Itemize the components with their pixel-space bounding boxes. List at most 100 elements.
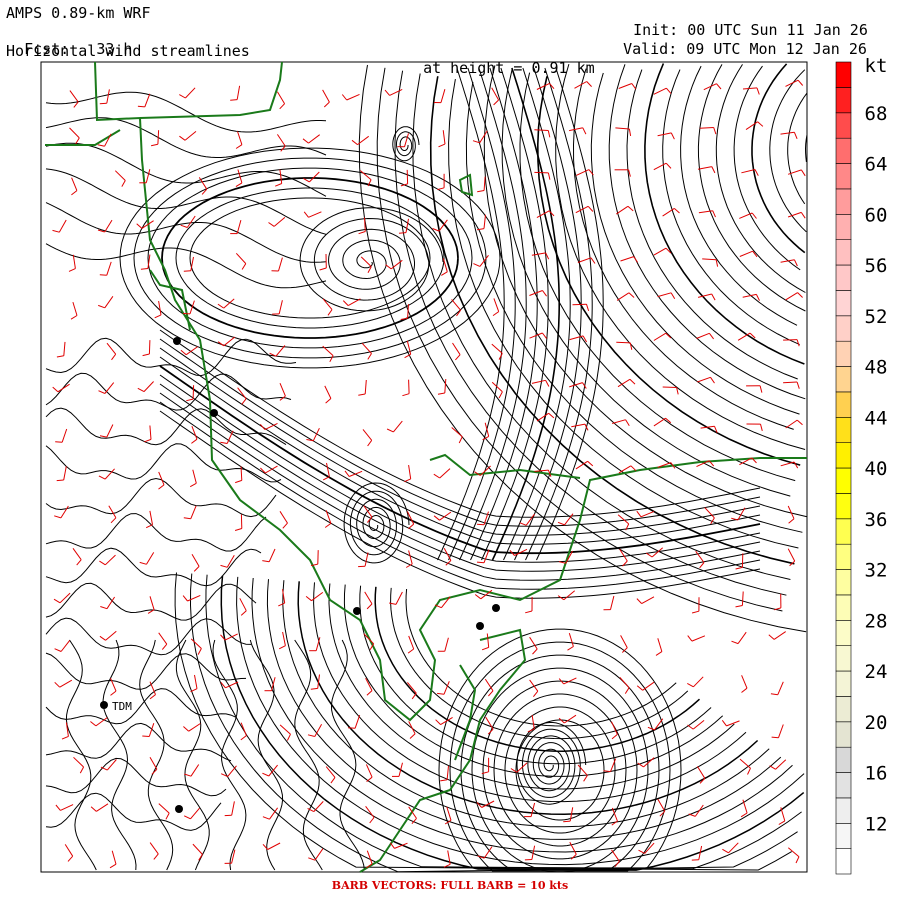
wind-barb (198, 177, 208, 190)
wind-barb (111, 850, 117, 865)
wind-barb-flag (797, 79, 804, 86)
wind-barb-flag (90, 721, 97, 727)
wind-barb (486, 633, 490, 648)
wind-barb (146, 552, 155, 565)
streamline (45, 582, 257, 621)
wind-barb (775, 759, 787, 770)
wind-barb (787, 548, 796, 562)
colorbar-segment (835, 518, 852, 545)
wind-barb-flag (186, 398, 194, 402)
wind-barb (236, 85, 241, 100)
wind-barb-flag (755, 294, 760, 301)
wind-barb (568, 127, 583, 132)
wind-barb (237, 131, 243, 145)
wind-barb-flag (398, 232, 407, 234)
wind-barb-flag (614, 860, 620, 868)
wind-barb-flag (97, 144, 105, 147)
colorbar-segment (835, 366, 852, 393)
wind-barb (653, 162, 667, 171)
colorbar-segment (835, 619, 852, 646)
wind-barb-flag (220, 441, 228, 444)
wind-barb (610, 595, 615, 610)
wind-barb-flag (98, 304, 105, 309)
wind-barb-flag (389, 842, 395, 849)
wind-barb (190, 807, 200, 820)
colorbar-segment (835, 645, 852, 672)
wind-barb (188, 723, 201, 732)
streamline (266, 579, 782, 840)
wind-barb (534, 171, 549, 174)
product-title: Horizontal wind streamlines (6, 42, 250, 60)
wind-barb-flag (670, 132, 675, 140)
streamline (45, 202, 327, 263)
wind-barb-flag (70, 315, 78, 320)
wind-barb (72, 301, 78, 316)
streamline (45, 91, 327, 133)
wind-barb (531, 379, 546, 384)
wind-barb (104, 219, 113, 233)
wind-barb-flag (587, 460, 594, 467)
colorbar-segment (835, 239, 852, 266)
streamline (189, 197, 431, 319)
wind-barb-flag (150, 143, 159, 147)
wind-barb (271, 677, 276, 691)
wind-barb (616, 292, 630, 301)
colorbar-tick-label: 32 (865, 560, 888, 582)
wind-barb-flag (241, 263, 247, 270)
height-info: at height = 0.91 km (405, 43, 595, 77)
wind-barb-flag (437, 187, 445, 191)
wind-barb-flag (547, 130, 551, 138)
wind-barb (697, 166, 712, 170)
wind-barb-flag (137, 387, 145, 393)
wind-barb (360, 170, 372, 181)
wind-barb-flag (409, 733, 416, 739)
valid-value: 09 UTC Mon 12 Jan 26 (686, 40, 867, 58)
colorbar-tick-label: 20 (865, 712, 888, 734)
wind-barb (275, 345, 286, 357)
wind-barb (778, 724, 784, 738)
wind-barb (60, 640, 71, 652)
wind-barb (106, 89, 110, 104)
wind-barb (279, 169, 283, 184)
wind-barb (364, 591, 373, 605)
wind-barb-flag (142, 353, 150, 357)
wind-barb-flag (75, 137, 80, 145)
wind-barb (446, 806, 452, 821)
streamline (449, 641, 671, 872)
wind-barb (773, 631, 786, 640)
wind-barb (235, 252, 247, 264)
wind-barb-flag (796, 339, 800, 347)
wind-barb-flag (110, 690, 117, 696)
streamline (45, 617, 252, 656)
wind-barb (364, 552, 369, 567)
streamline (159, 401, 761, 590)
wind-barb-flag (747, 767, 751, 775)
wind-barb (785, 292, 798, 301)
wind-barb-flag (191, 438, 198, 444)
wind-barb-flag (492, 311, 499, 317)
wind-barb-flag (322, 476, 330, 481)
wind-barb (619, 676, 630, 689)
wind-barb (60, 804, 74, 811)
wind-barb-flag (655, 651, 663, 656)
streamline (45, 243, 327, 289)
wind-barb (60, 505, 69, 519)
wind-barb (657, 292, 672, 298)
wind-barb (308, 211, 322, 218)
wind-barb-flag (796, 419, 803, 426)
wind-barb-flag (179, 94, 186, 99)
colorbar-segment (835, 391, 852, 418)
streamline (175, 187, 445, 329)
wind-barb-flag (582, 127, 587, 135)
streamlines (45, 63, 808, 873)
wind-barb-flag (633, 256, 639, 263)
wind-barb (185, 87, 196, 99)
wind-barb (699, 127, 714, 129)
station-marker (476, 622, 484, 630)
wind-barb (653, 417, 666, 427)
wind-barb-flag (688, 813, 696, 817)
streamline-map: TDM 12 16 20 24 28 32 36 40 44 48 52 56 60 64 68 kt (40, 55, 888, 875)
wind-barb (657, 132, 672, 137)
wind-barb-flag (583, 775, 588, 782)
wind-barb-flag (458, 436, 463, 444)
